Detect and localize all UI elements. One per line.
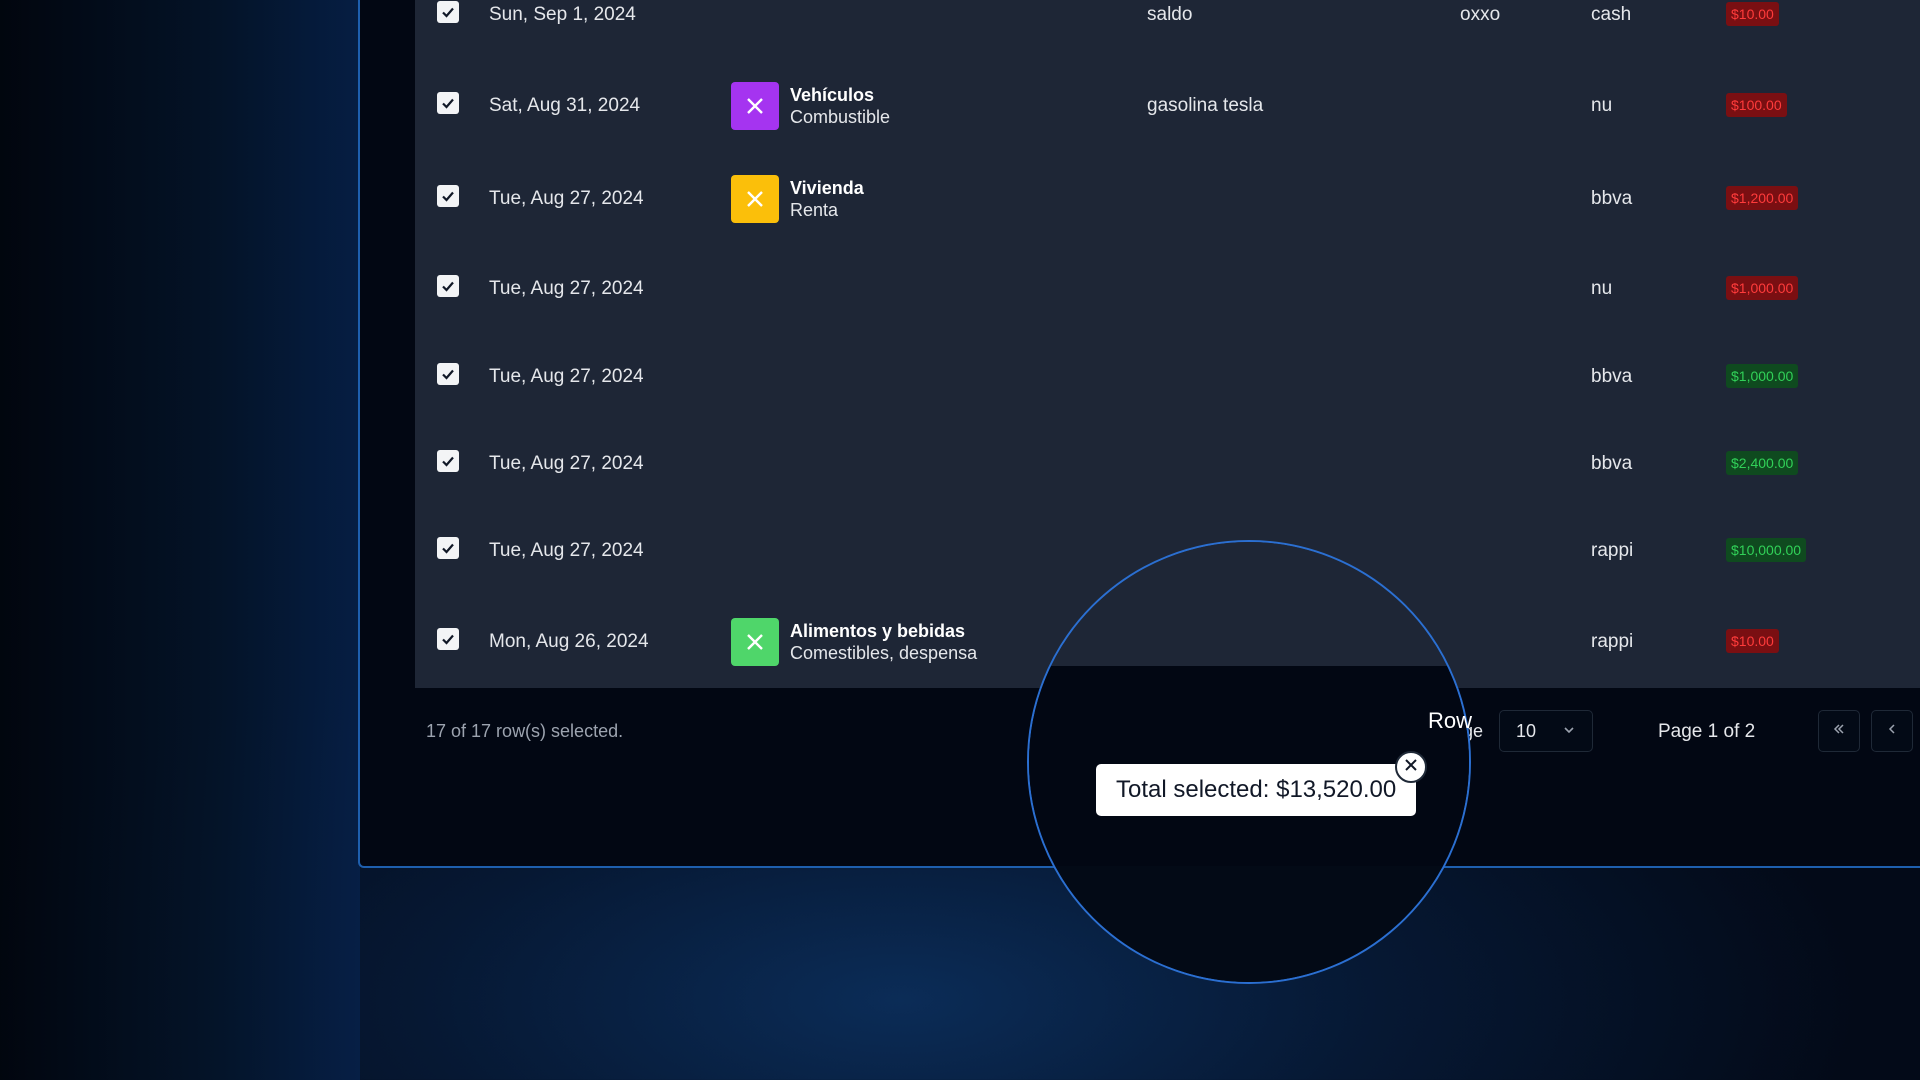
- category-label: Alimentos y bebidas Comestibles, despensa: [790, 620, 977, 664]
- magnified-background: [1029, 866, 1469, 982]
- row-account: bbva: [1591, 453, 1633, 474]
- category-name: Vivienda: [790, 178, 864, 198]
- row-checkbox[interactable]: [437, 628, 459, 650]
- row-amount-badge: $2,400.00: [1726, 451, 1799, 475]
- row-amount-badge: $10.00: [1726, 629, 1779, 653]
- row-checkbox[interactable]: [437, 1, 459, 23]
- row-amount-badge: $10.00: [1726, 2, 1779, 26]
- row-date: Mon, Aug 26, 2024: [489, 631, 649, 652]
- row-account: nu: [1591, 278, 1613, 299]
- close-tooltip-button[interactable]: [1395, 751, 1427, 783]
- rows-per-page-label-magnified: Row: [1428, 708, 1473, 733]
- row-date: Sun, Sep 1, 2024: [489, 4, 636, 25]
- row-description: saldo: [1147, 4, 1193, 25]
- rows-per-page-select[interactable]: 10: [1499, 710, 1593, 752]
- row-account: rappi: [1591, 540, 1634, 561]
- row-checkbox[interactable]: [437, 275, 459, 297]
- row-checkbox[interactable]: [437, 537, 459, 559]
- category-subcategory: Renta: [790, 200, 839, 220]
- category-subcategory: Combustible: [790, 107, 891, 127]
- total-selected-tooltip: Total selected: $13,520.00: [1096, 764, 1417, 816]
- row-account: bbva: [1591, 366, 1633, 387]
- row-date: Sat, Aug 31, 2024: [489, 95, 641, 116]
- row-place: oxxo: [1460, 4, 1501, 25]
- row-amount-badge: $1,000.00: [1726, 364, 1799, 388]
- row-date: Tue, Aug 27, 2024: [489, 453, 644, 474]
- row-checkbox[interactable]: [437, 92, 459, 114]
- row-account: rappi: [1591, 631, 1634, 652]
- category-label: Vivienda Renta: [790, 177, 864, 221]
- row-checkbox[interactable]: [437, 450, 459, 472]
- row-amount-badge: $100.00: [1726, 93, 1787, 117]
- category-x-icon[interactable]: [731, 82, 779, 130]
- page-indicator: Page 1 of 2: [1658, 721, 1756, 742]
- row-account: nu: [1591, 95, 1613, 116]
- chevron-down-icon: [1562, 721, 1576, 742]
- magnified-table-area: [1029, 542, 1469, 666]
- row-checkbox[interactable]: [437, 363, 459, 385]
- row-date: Tue, Aug 27, 2024: [489, 540, 644, 561]
- background-glow: [0, 0, 360, 1080]
- row-description: gasolina tesla: [1147, 95, 1264, 116]
- row-amount-badge: $1,200.00: [1726, 186, 1799, 210]
- category-subcategory: Comestibles, despensa: [790, 643, 978, 663]
- row-date: Tue, Aug 27, 2024: [489, 366, 644, 387]
- chevrons-left-icon: [1831, 721, 1847, 742]
- category-label: Vehículos Combustible: [790, 84, 890, 128]
- row-date: Tue, Aug 27, 2024: [489, 278, 644, 299]
- row-checkbox[interactable]: [437, 185, 459, 207]
- row-amount-badge: $10,000.00: [1726, 538, 1807, 562]
- category-x-icon[interactable]: [731, 175, 779, 223]
- category-x-icon[interactable]: [731, 618, 779, 666]
- close-icon: [1404, 758, 1418, 777]
- selection-count: 17 of 17 row(s) selected.: [426, 721, 624, 741]
- previous-page-button[interactable]: [1871, 710, 1913, 752]
- row-amount-badge: $1,000.00: [1726, 276, 1799, 300]
- row-account: bbva: [1591, 188, 1633, 209]
- row-account: cash: [1591, 4, 1632, 25]
- rows-per-page-value: 10: [1516, 720, 1537, 741]
- category-name: Vehículos: [790, 85, 875, 105]
- category-name: Alimentos y bebidas: [790, 621, 966, 641]
- chevron-left-icon: [1884, 721, 1900, 742]
- total-selected-text: Total selected: $13,520.00: [1116, 776, 1397, 803]
- first-page-button[interactable]: [1818, 710, 1860, 752]
- row-date: Tue, Aug 27, 2024: [489, 188, 644, 209]
